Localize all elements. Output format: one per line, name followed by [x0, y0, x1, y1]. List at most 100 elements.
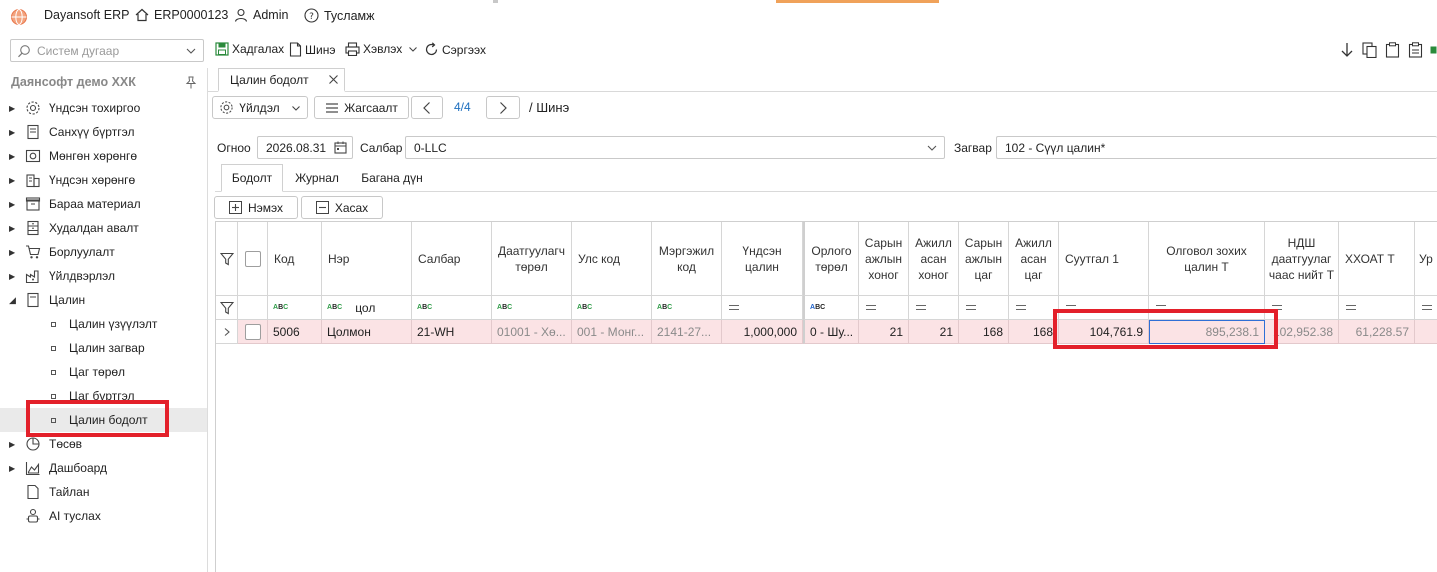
previous-record-button[interactable]	[411, 96, 443, 119]
sidebar-item-reports[interactable]: Тайлан	[0, 480, 207, 504]
column-header[interactable]: Ажилл асан хоног	[909, 222, 959, 296]
sidebar-item-fixed-assets[interactable]: ▶ Үндсэн хөрөнгө	[0, 168, 207, 192]
cell-base-salary[interactable]: 1,000,000	[722, 320, 803, 344]
filter-cell-payable[interactable]	[1149, 296, 1265, 320]
column-header[interactable]: Улс код	[572, 222, 652, 296]
sidebar-item-purchasing[interactable]: ▶ Худалдан авалт	[0, 216, 207, 240]
filter-cell-salary[interactable]	[722, 296, 803, 320]
filter-cell-worked-days[interactable]	[909, 296, 959, 320]
column-header[interactable]: Үндсэн цалин	[722, 222, 803, 296]
sidebar-item-salary-calculation[interactable]: Цалин бодолт	[0, 408, 207, 432]
column-header[interactable]: Ажилл асан цаг	[1009, 222, 1059, 296]
filter-cell-month-days[interactable]	[859, 296, 909, 320]
column-filter-toggle[interactable]	[216, 222, 238, 296]
column-header[interactable]: Олговол зохих цалин Т	[1149, 222, 1265, 296]
sidebar-item-time-registration[interactable]: Цаг бүртгэл	[0, 384, 207, 408]
next-record-button[interactable]	[486, 96, 520, 119]
row-filter-icon-cell[interactable]	[216, 296, 238, 320]
sidebar-item-salary-template[interactable]: Цалин загвар	[0, 336, 207, 360]
column-header[interactable]: Мэргэжил код	[652, 222, 722, 296]
calendar-icon[interactable]	[334, 141, 347, 154]
remove-row-button[interactable]: Хасах	[301, 196, 383, 219]
filter-cell-income-type[interactable]: ABC	[803, 296, 859, 320]
checkbox[interactable]	[244, 250, 261, 267]
cell-payable-salary[interactable]: 895,238.1	[1149, 320, 1265, 344]
print-button[interactable]: Хэвлэх	[345, 42, 418, 56]
sidebar-item-time-type[interactable]: Цаг төрөл	[0, 360, 207, 384]
tab-column-totals[interactable]: Багана дүн	[352, 164, 432, 192]
home-link[interactable]: ERP0000123	[135, 8, 228, 22]
cell-month-days[interactable]: 21	[859, 320, 909, 344]
sidebar-item-salary-indicator[interactable]: Цалин үзүүлэлт	[0, 312, 207, 336]
column-header[interactable]: Даатгуулагч төрөл	[492, 222, 572, 296]
sidebar-item-payroll[interactable]: ◢ Цалин	[0, 288, 207, 312]
name-filter-value[interactable]: цол	[355, 301, 375, 315]
tab-salary-calculation[interactable]: Цалин бодолт	[218, 68, 345, 92]
column-header[interactable]: ХХОАТ Т	[1339, 222, 1415, 296]
add-row-button[interactable]: Нэмэх	[214, 196, 298, 219]
template-select[interactable]: 102 - Сүүл цалин*	[996, 136, 1437, 159]
sidebar-item-budget[interactable]: ▶ Төсөв	[0, 432, 207, 456]
new-button[interactable]: Шинэ	[289, 42, 335, 57]
export-excel-button[interactable]	[1430, 42, 1437, 58]
cell-code[interactable]: 5006	[268, 320, 322, 344]
cell-month-hours[interactable]: 168	[959, 320, 1009, 344]
sidebar-item-dashboard[interactable]: ▶ Дашбоард	[0, 456, 207, 480]
cell-country-code[interactable]: 001 - Монг...	[572, 320, 652, 344]
column-header[interactable]: Суутгал 1	[1059, 222, 1149, 296]
refresh-button[interactable]: Сэргээх	[424, 42, 486, 57]
sidebar-item-settings[interactable]: ▶ Үндсэн тохиргоо	[0, 96, 207, 120]
filter-cell-extra[interactable]	[1415, 296, 1437, 320]
cell-pit[interactable]: 61,228.57	[1339, 320, 1415, 344]
system-number-search[interactable]: Систем дугаар	[10, 39, 204, 62]
sidebar-item-manufacturing[interactable]: ▶ Үйлдвэрлэл	[0, 264, 207, 288]
sidebar-item-sales[interactable]: ▶ Борлуулалт	[0, 240, 207, 264]
filter-cell-country[interactable]: ABC	[572, 296, 652, 320]
branch-select[interactable]: 0-LLC	[405, 136, 945, 159]
column-header[interactable]: Салбар	[412, 222, 492, 296]
column-header[interactable]: Сарын ажлын цаг	[959, 222, 1009, 296]
tab-calculation[interactable]: Бодолт	[221, 164, 283, 192]
cell-name[interactable]: Цолмон	[322, 320, 412, 344]
user-menu[interactable]: Admin	[234, 8, 288, 22]
cell-worked-hours[interactable]: 168	[1009, 320, 1059, 344]
cell-worked-days[interactable]: 21	[909, 320, 959, 344]
cell-profession-code[interactable]: 2141-27...	[652, 320, 722, 344]
cell-social-insurance[interactable]: 102,952.38	[1265, 320, 1339, 344]
copy-button[interactable]	[1361, 42, 1377, 58]
sidebar-item-cash[interactable]: ▶ Мөнгөн хөрөнгө	[0, 144, 207, 168]
cell-branch[interactable]: 21-WH	[412, 320, 492, 344]
cell-extra[interactable]	[1415, 320, 1437, 344]
download-button[interactable]	[1339, 42, 1355, 58]
select-all-checkbox[interactable]	[238, 222, 268, 296]
cell-deduction-1[interactable]: 104,761.9	[1059, 320, 1149, 344]
column-header[interactable]: НДШ даатгуулаг чаас нийт Т	[1265, 222, 1339, 296]
tab-journal[interactable]: Журнал	[286, 164, 348, 192]
filter-cell-worked-hours[interactable]	[1009, 296, 1059, 320]
checkbox[interactable]	[244, 323, 261, 340]
row-checkbox-cell[interactable]	[238, 320, 268, 344]
filter-cell-pit[interactable]	[1339, 296, 1415, 320]
column-header[interactable]: Код	[268, 222, 322, 296]
filter-cell-branch[interactable]: ABC	[412, 296, 492, 320]
filter-cell-code[interactable]: ABC	[268, 296, 322, 320]
close-icon[interactable]	[328, 74, 339, 85]
sidebar-item-inventory[interactable]: ▶ Бараа материал	[0, 192, 207, 216]
save-button[interactable]: Хадгалах	[215, 42, 284, 56]
paste-special-button[interactable]	[1407, 42, 1423, 58]
column-header[interactable]: Ур	[1415, 222, 1437, 296]
action-menu-button[interactable]: Үйлдэл	[212, 96, 308, 119]
list-button[interactable]: Жагсаалт	[314, 96, 409, 119]
row-expand-toggle[interactable]	[216, 320, 238, 344]
filter-cell-deduction[interactable]	[1059, 296, 1149, 320]
cell-income-type[interactable]: 0 - Шу...	[803, 320, 859, 344]
cell-insured-type[interactable]: 01001 - Хө...	[492, 320, 572, 344]
date-field[interactable]: 2026.08.31	[257, 136, 353, 159]
pin-button[interactable]	[184, 75, 198, 89]
filter-cell-profession[interactable]: ABC	[652, 296, 722, 320]
filter-cell-month-hours[interactable]	[959, 296, 1009, 320]
filter-cell-social-insurance[interactable]	[1265, 296, 1339, 320]
column-header[interactable]: Сарын ажлын хоног	[859, 222, 909, 296]
filter-cell-name[interactable]: ABC цол	[322, 296, 412, 320]
sidebar-item-accounting[interactable]: ▶ Санхүү бүртгэл	[0, 120, 207, 144]
